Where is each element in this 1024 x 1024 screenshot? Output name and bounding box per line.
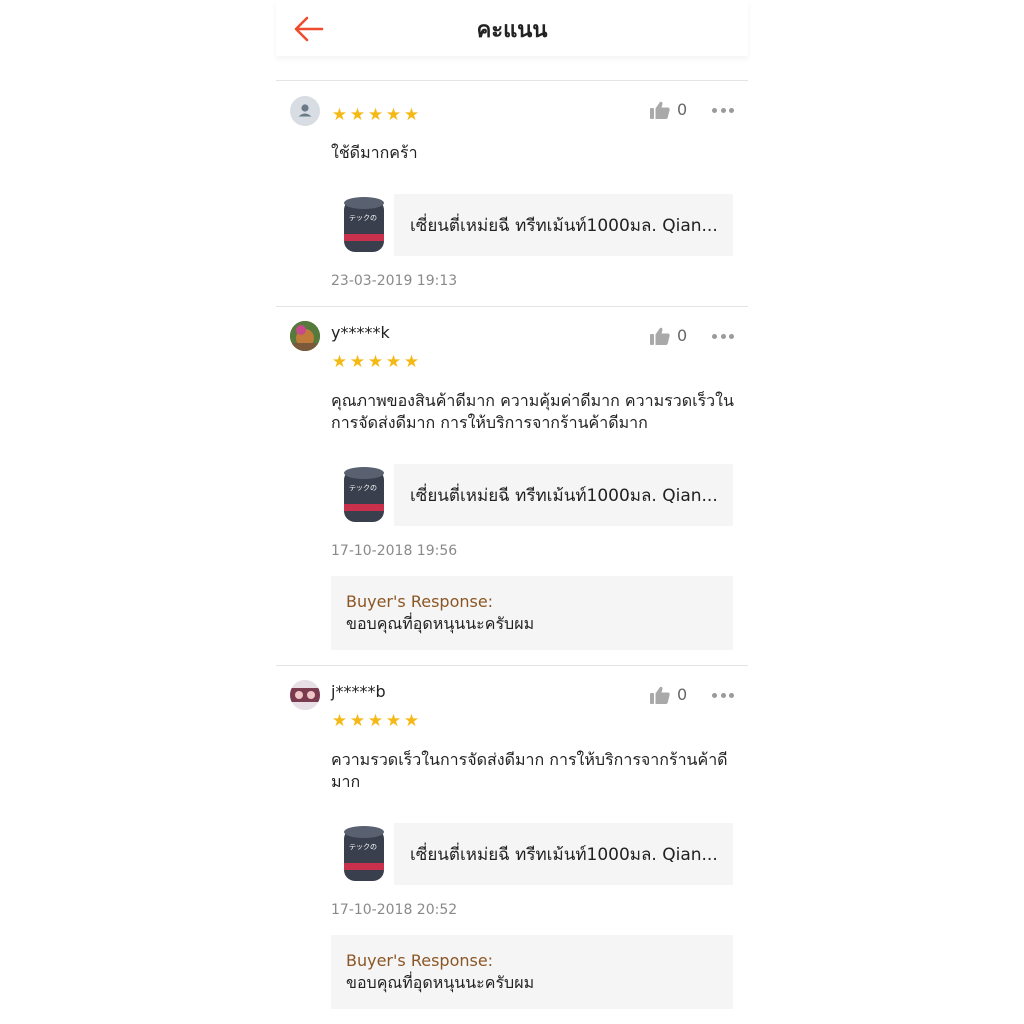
star-icon: ★	[331, 105, 348, 125]
product-card[interactable]: テックの เซี่ยนตี่เหม่ยฉี ทรีทเม้นท์1000มล. …	[331, 464, 733, 526]
svg-text:テックの: テックの	[349, 214, 377, 222]
like-count: 0	[677, 326, 688, 345]
star-icon: ★	[331, 711, 348, 731]
review-date: 17-10-2018 20:52	[331, 902, 458, 918]
review-text: ความรวดเร็วในการจัดส่งดีมาก การให้บริการ…	[331, 750, 728, 791]
response-title: Buyer's Response:	[346, 951, 494, 970]
avatar	[290, 680, 320, 710]
more-dots-icon	[712, 333, 717, 339]
review-text: ใช้ดีมากคร้า	[331, 143, 418, 162]
seller-response: Buyer's Response: ขอบคุณที่อุดหนุนนะครับ…	[331, 576, 733, 650]
user-placeholder-icon	[298, 104, 312, 117]
svg-text:テックの: テックの	[349, 843, 377, 851]
product-image: テックの	[344, 826, 384, 881]
review-text: คุณภาพของสินค้าดีมาก ความคุ้มค่าดีมาก คว…	[331, 391, 734, 432]
product-name: เซี่ยนตี่เหม่ยฉี ทรีทเม้นท์1000มล. Qian.…	[394, 464, 733, 526]
page-title: คะแนน	[476, 18, 548, 43]
more-options-button[interactable]	[712, 687, 734, 703]
star-icon: ★	[349, 711, 366, 731]
top-bar: คะแนน	[276, 0, 748, 56]
thumbs-up-icon	[650, 686, 670, 704]
avatar	[290, 321, 320, 351]
response-title: Buyer's Response:	[346, 592, 494, 611]
user-photo	[290, 680, 320, 710]
product-image: テックの	[344, 467, 384, 522]
response-text: ขอบคุณที่อุดหนุนนะครับผม	[346, 973, 535, 992]
like-button[interactable]: 0	[650, 100, 687, 119]
rating-stars: ★ ★ ★ ★ ★	[331, 353, 420, 371]
like-count: 0	[677, 100, 688, 119]
user-photo	[290, 321, 320, 351]
product-card[interactable]: テックの เซี่ยนตี่เหม่ยฉี ทรีทเม้นท์1000มล. …	[331, 823, 733, 885]
product-name: เซี่ยนตี่เหม่ยฉี ทรีทเม้นท์1000มล. Qian.…	[394, 194, 733, 256]
like-button[interactable]: 0	[650, 326, 687, 345]
star-icon: ★	[385, 105, 402, 125]
star-icon: ★	[367, 711, 384, 731]
rating-stars: ★ ★ ★ ★ ★	[331, 712, 420, 730]
more-options-button[interactable]	[712, 328, 734, 344]
review-item: j*****b ★ ★ ★ ★ ★ 0 ความรวดเร็วในการจัดส…	[276, 666, 748, 1024]
more-dots-icon	[712, 107, 717, 113]
reviews-screen: คะแนน 09-03-2019 14:29 ★ ★ ★ ★ ★ 0	[276, 0, 748, 1024]
thumbs-up-icon	[650, 327, 670, 345]
review-date: 17-10-2018 19:56	[331, 543, 458, 559]
more-dots-icon	[712, 692, 717, 698]
product-name: เซี่ยนตี่เหม่ยฉี ทรีทเม้นท์1000มล. Qian.…	[394, 823, 733, 885]
star-icon: ★	[367, 105, 384, 125]
star-icon: ★	[385, 711, 402, 731]
more-options-button[interactable]	[712, 102, 734, 118]
star-icon: ★	[385, 352, 402, 372]
username: j*****b	[331, 682, 386, 701]
product-card[interactable]: テックの เซี่ยนตี่เหม่ยฉี ทรีทเม้นท์1000มล. …	[331, 194, 733, 256]
star-icon: ★	[349, 105, 366, 125]
review-item: ★ ★ ★ ★ ★ 0 ใช้ดีมากคร้า テックの เซี่ยนตี่เ…	[276, 81, 748, 306]
star-icon: ★	[367, 352, 384, 372]
rating-stars: ★ ★ ★ ★ ★	[331, 106, 420, 124]
star-icon: ★	[403, 352, 420, 372]
username: y*****k	[331, 323, 390, 342]
thumbs-up-icon	[650, 101, 670, 119]
star-icon: ★	[403, 711, 420, 731]
response-text: ขอบคุณที่อุดหนุนนะครับผม	[346, 614, 535, 633]
star-icon: ★	[403, 105, 420, 125]
review-date: 23-03-2019 19:13	[331, 273, 458, 289]
like-button[interactable]: 0	[650, 685, 687, 704]
review-item: y*****k ★ ★ ★ ★ ★ 0 คุณภาพของสินค้าดีมาก…	[276, 307, 748, 665]
svg-text:テックの: テックの	[349, 484, 377, 492]
star-icon: ★	[349, 352, 366, 372]
seller-response: Buyer's Response: ขอบคุณที่อุดหนุนนะครับ…	[331, 935, 733, 1009]
product-image: テックの	[344, 197, 384, 252]
like-count: 0	[677, 685, 688, 704]
avatar	[290, 96, 320, 126]
star-icon: ★	[331, 352, 348, 372]
